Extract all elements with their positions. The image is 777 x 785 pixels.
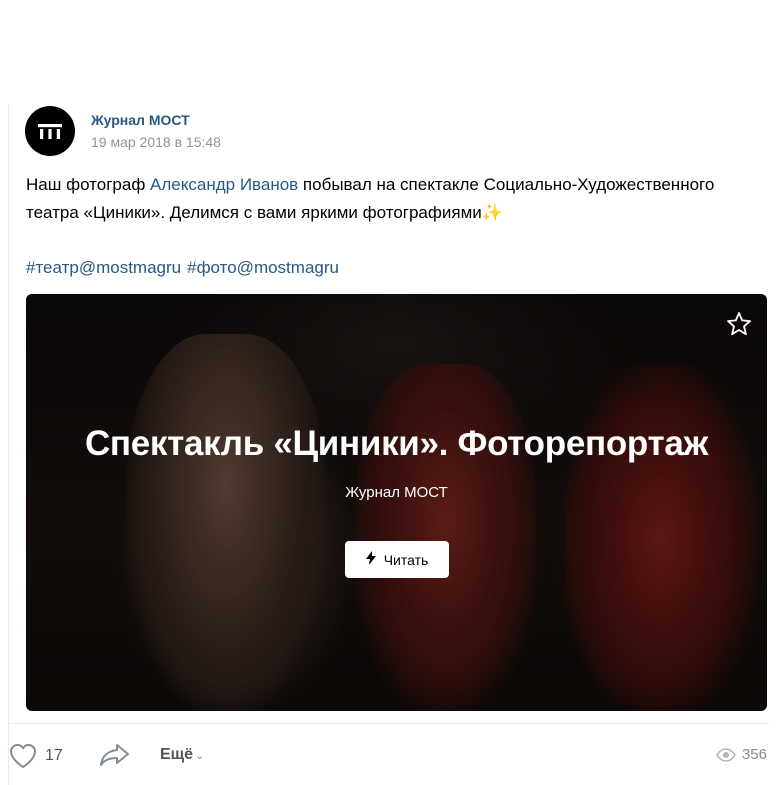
hashtags: #театр@mostmagru #фото@mostmagru — [26, 254, 345, 282]
more-label: Ещё — [160, 746, 194, 763]
most-logo-icon — [38, 124, 62, 139]
share-button[interactable] — [99, 742, 131, 773]
avatar[interactable] — [25, 106, 75, 156]
sparkles-icon: ✨ — [481, 203, 503, 222]
read-button[interactable]: Читать — [345, 541, 449, 578]
views-counter: 356 — [716, 746, 767, 763]
photo-overlay — [26, 294, 767, 711]
article-title[interactable]: Спектакль «Циники». Фоторепортаж — [26, 424, 767, 464]
views-count: 356 — [741, 746, 767, 763]
post-date[interactable]: 19 мар 2018 в 15:48 — [91, 134, 221, 150]
post-text-before: Наш фотограф — [26, 175, 151, 194]
post-text: Наш фотограф Александр Иванов побывал на… — [26, 171, 756, 227]
lightning-icon — [365, 551, 376, 568]
post-author[interactable]: Журнал МОСТ — [91, 112, 190, 128]
post-actions: 17 Ещё ⌄ 356 — [9, 740, 769, 772]
article-card[interactable]: Спектакль «Циники». Фоторепортаж Журнал … — [26, 294, 767, 711]
divider — [9, 723, 769, 724]
hashtag-link[interactable]: #театр@mostmagru — [26, 258, 181, 277]
star-icon[interactable] — [725, 310, 753, 338]
mention-link[interactable]: Александр Иванов — [150, 175, 298, 194]
share-arrow-icon — [100, 744, 129, 766]
read-button-label: Читать — [383, 551, 429, 568]
chevron-down-icon: ⌄ — [195, 750, 205, 762]
article-source: Журнал МОСТ — [345, 484, 448, 501]
more-button[interactable]: Ещё ⌄ — [160, 746, 204, 764]
like-button[interactable]: 17 — [9, 740, 63, 772]
eye-icon — [716, 747, 736, 762]
heart-icon — [10, 744, 36, 768]
hashtag-link[interactable]: #фото@mostmagru — [187, 258, 339, 277]
like-count: 17 — [45, 747, 63, 764]
wall-post: Журнал МОСТ 19 мар 2018 в 15:48 Наш фото… — [8, 104, 769, 785]
